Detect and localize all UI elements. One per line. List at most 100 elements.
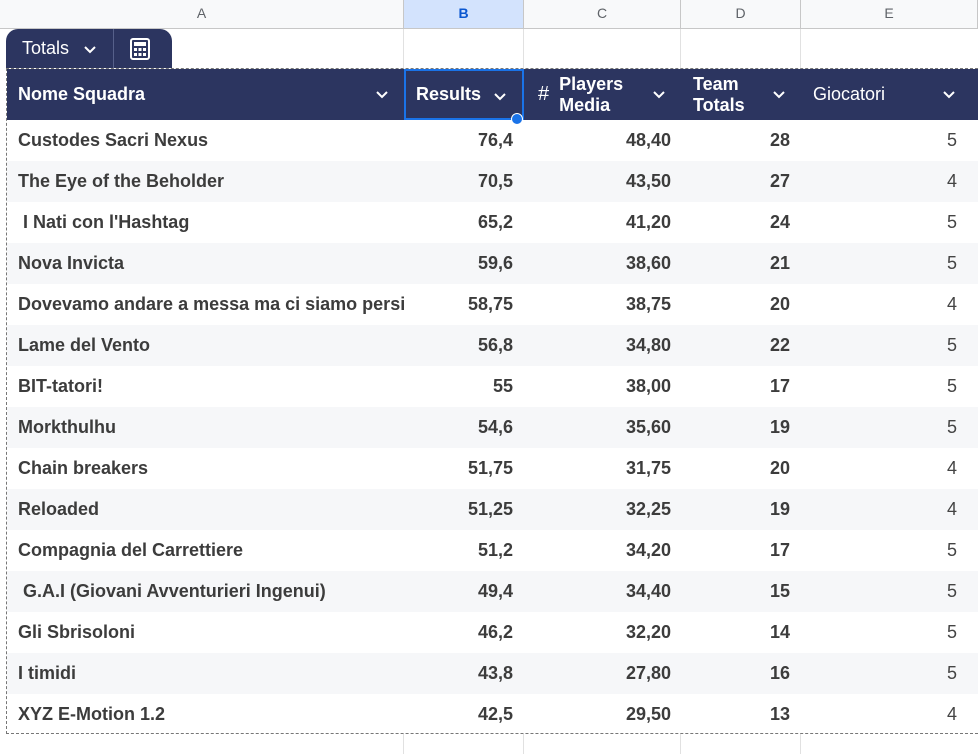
cell-players-media[interactable]: 43,50	[527, 161, 671, 202]
cell-results[interactable]: 58,75	[407, 284, 513, 325]
cell-players-media[interactable]: 34,20	[527, 530, 671, 571]
header-results[interactable]: Results	[404, 69, 524, 120]
cell-team-name[interactable]: I timidi	[18, 653, 76, 694]
cell-team-name[interactable]: XYZ E-Motion 1.2	[18, 694, 165, 735]
cell-giocatori[interactable]: 4	[803, 448, 957, 489]
cell-giocatori[interactable]: 4	[803, 489, 957, 530]
cell-team-totals[interactable]: 27	[683, 161, 790, 202]
cell-giocatori[interactable]: 5	[803, 243, 957, 284]
cell-giocatori[interactable]: 4	[803, 161, 957, 202]
cell-team-name[interactable]: I Nati con l'Hashtag	[18, 202, 189, 243]
chevron-down-icon[interactable]	[771, 86, 787, 102]
cell-results[interactable]: 65,2	[407, 202, 513, 243]
cell-team-totals[interactable]: 15	[683, 571, 790, 612]
cell-results[interactable]: 51,2	[407, 530, 513, 571]
cell-team-name[interactable]: Morkthulhu	[18, 407, 116, 448]
cell-team-totals[interactable]: 21	[683, 243, 790, 284]
table-row[interactable]: Nova Invicta 59,6 38,60 21 5	[7, 243, 978, 284]
cell-results[interactable]: 46,2	[407, 612, 513, 653]
table-row[interactable]: G.A.I (Giovani Avventurieri Ingenui) 49,4…	[7, 571, 978, 612]
cell-results[interactable]: 59,6	[407, 243, 513, 284]
cell-team-name[interactable]: Custodes Sacri Nexus	[18, 120, 208, 161]
cell-giocatori[interactable]: 4	[803, 694, 957, 735]
chevron-down-icon[interactable]	[651, 86, 667, 102]
cell-team-name[interactable]: Dovevamo andare a messa ma ci siamo pers…	[18, 284, 405, 325]
table-row[interactable]: Dovevamo andare a messa ma ci siamo pers…	[7, 284, 978, 325]
cell-results[interactable]: 49,4	[407, 571, 513, 612]
table-row[interactable]: Compagnia del Carrettiere 51,2 34,20 17 5	[7, 530, 978, 571]
cell-giocatori[interactable]: 5	[803, 530, 957, 571]
cell-team-name[interactable]: Chain breakers	[18, 448, 148, 489]
header-team-totals[interactable]: Team Totals	[681, 69, 801, 120]
cell-players-media[interactable]: 34,80	[527, 325, 671, 366]
cell-players-media[interactable]: 31,75	[527, 448, 671, 489]
cell-giocatori[interactable]: 5	[803, 571, 957, 612]
cell-team-name[interactable]: G.A.I (Giovani Avventurieri Ingenui)	[18, 571, 326, 612]
table-row[interactable]: Lame del Vento 56,8 34,80 22 5	[7, 325, 978, 366]
cell-players-media[interactable]: 35,60	[527, 407, 671, 448]
cell-giocatori[interactable]: 5	[803, 325, 957, 366]
table-row[interactable]: Morkthulhu 54,6 35,60 19 5	[7, 407, 978, 448]
cell-team-totals[interactable]: 24	[683, 202, 790, 243]
column-header-c[interactable]: C	[524, 0, 681, 28]
cell-results[interactable]: 42,5	[407, 694, 513, 735]
chevron-down-icon[interactable]	[492, 88, 508, 104]
table-row[interactable]: Reloaded 51,25 32,25 19 4	[7, 489, 978, 530]
cell-team-totals[interactable]: 28	[683, 120, 790, 161]
cell-players-media[interactable]: 41,20	[527, 202, 671, 243]
calculator-icon[interactable]	[128, 37, 152, 61]
cell-team-totals[interactable]: 20	[683, 448, 790, 489]
cell-team-totals[interactable]: 14	[683, 612, 790, 653]
cell-results[interactable]: 51,75	[407, 448, 513, 489]
cell-players-media[interactable]: 38,00	[527, 366, 671, 407]
cell-players-media[interactable]: 32,25	[527, 489, 671, 530]
cell-results[interactable]: 70,5	[407, 161, 513, 202]
cell-players-media[interactable]: 48,40	[527, 120, 671, 161]
cell-team-totals[interactable]: 22	[683, 325, 790, 366]
cell-team-totals[interactable]: 19	[683, 407, 790, 448]
header-nome-squadra[interactable]: Nome Squadra	[7, 69, 404, 120]
cell-players-media[interactable]: 38,60	[527, 243, 671, 284]
cell-results[interactable]: 76,4	[407, 120, 513, 161]
chevron-down-icon[interactable]	[941, 86, 957, 102]
cell-results[interactable]: 54,6	[407, 407, 513, 448]
column-header-a[interactable]: A	[0, 0, 404, 28]
table-row[interactable]: I timidi 43,8 27,80 16 5	[7, 653, 978, 694]
selection-handle[interactable]	[511, 113, 523, 125]
cell-players-media[interactable]: 38,75	[527, 284, 671, 325]
column-header-e[interactable]: E	[801, 0, 978, 28]
table-row[interactable]: Chain breakers 51,75 31,75 20 4	[7, 448, 978, 489]
table-row[interactable]: I Nati con l'Hashtag 65,2 41,20 24 5	[7, 202, 978, 243]
cell-team-name[interactable]: BIT-tatori!	[18, 366, 103, 407]
cell-team-totals[interactable]: 16	[683, 653, 790, 694]
table-name-tab[interactable]: Totals	[6, 29, 172, 68]
table-name-label[interactable]: Totals	[6, 38, 69, 59]
table-row[interactable]: Custodes Sacri Nexus 76,4 48,40 28 5	[7, 120, 978, 161]
cell-results[interactable]: 43,8	[407, 653, 513, 694]
cell-giocatori[interactable]: 5	[803, 612, 957, 653]
cell-team-totals[interactable]: 20	[683, 284, 790, 325]
cell-team-name[interactable]: Compagnia del Carrettiere	[18, 530, 243, 571]
column-header-d[interactable]: D	[681, 0, 801, 28]
cell-giocatori[interactable]: 4	[803, 284, 957, 325]
cell-giocatori[interactable]: 5	[803, 120, 957, 161]
cell-team-totals[interactable]: 19	[683, 489, 790, 530]
column-header-b[interactable]: B	[404, 0, 524, 28]
table-row[interactable]: The Eye of the Beholder 70,5 43,50 27 4	[7, 161, 978, 202]
cell-team-totals[interactable]: 13	[683, 694, 790, 735]
cell-team-name[interactable]: Gli Sbrisoloni	[18, 612, 135, 653]
cell-team-name[interactable]: Lame del Vento	[18, 325, 150, 366]
cell-results[interactable]: 51,25	[407, 489, 513, 530]
cell-team-name[interactable]: Nova Invicta	[18, 243, 124, 284]
cell-team-totals[interactable]: 17	[683, 530, 790, 571]
cell-giocatori[interactable]: 5	[803, 202, 957, 243]
chevron-down-icon[interactable]	[374, 86, 390, 102]
cell-team-totals[interactable]: 17	[683, 366, 790, 407]
chevron-down-icon[interactable]	[81, 40, 99, 58]
cell-players-media[interactable]: 32,20	[527, 612, 671, 653]
header-giocatori[interactable]: Giocatori	[801, 69, 978, 120]
cell-players-media[interactable]: 29,50	[527, 694, 671, 735]
cell-giocatori[interactable]: 5	[803, 653, 957, 694]
table-row[interactable]: BIT-tatori! 55 38,00 17 5	[7, 366, 978, 407]
cell-giocatori[interactable]: 5	[803, 366, 957, 407]
